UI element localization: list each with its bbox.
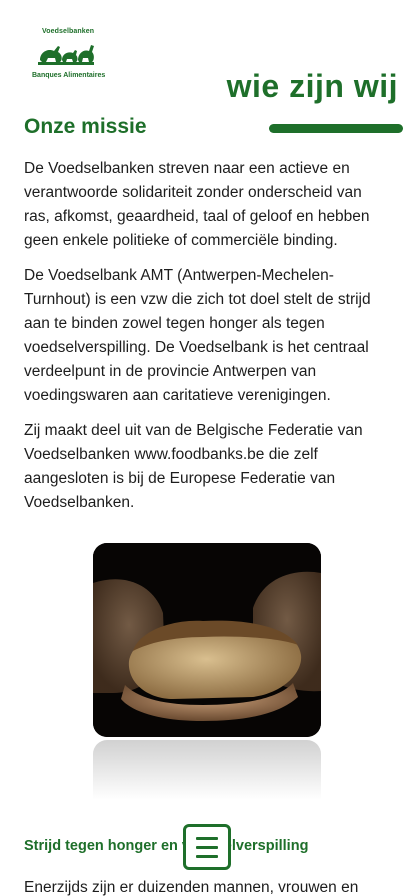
hamburger-menu-icon: [196, 845, 218, 849]
photo-reflection: [93, 740, 321, 800]
title-accent-bar: [269, 124, 403, 133]
hamburger-menu-icon: [196, 854, 218, 858]
paragraph-2: De Voedselbank AMT (Antwerpen-Mechelen-T…: [24, 267, 371, 404]
paragraph-3: Zij maakt deel uit van de Belgische Fede…: [24, 422, 363, 511]
logo-bottom-text: Banques Alimentaires: [32, 72, 106, 79]
paragraph-continued: Enerzijds zijn er duizenden mannen, vrou…: [24, 879, 359, 896]
page-title: wie zijn wij: [226, 68, 398, 104]
logo-animals-icon: [38, 45, 94, 65]
section-title: Onze missie: [24, 115, 147, 138]
hamburger-menu-icon: [196, 836, 218, 840]
menu-button[interactable]: [183, 824, 231, 870]
paragraph-1: De Voedselbanken streven naar een actiev…: [24, 160, 370, 249]
brand-logo[interactable]: Voedselbanken Banques Alimentaires: [32, 28, 108, 84]
hands-holding-bread-image: [93, 543, 321, 737]
mission-text: De Voedselbanken streven naar een actiev…: [24, 157, 390, 526]
section-subheading: Strijd tegen honger en voedselverspillin…: [24, 838, 309, 854]
bread-photo: [93, 543, 321, 737]
logo-top-text: Voedselbanken: [42, 28, 95, 35]
